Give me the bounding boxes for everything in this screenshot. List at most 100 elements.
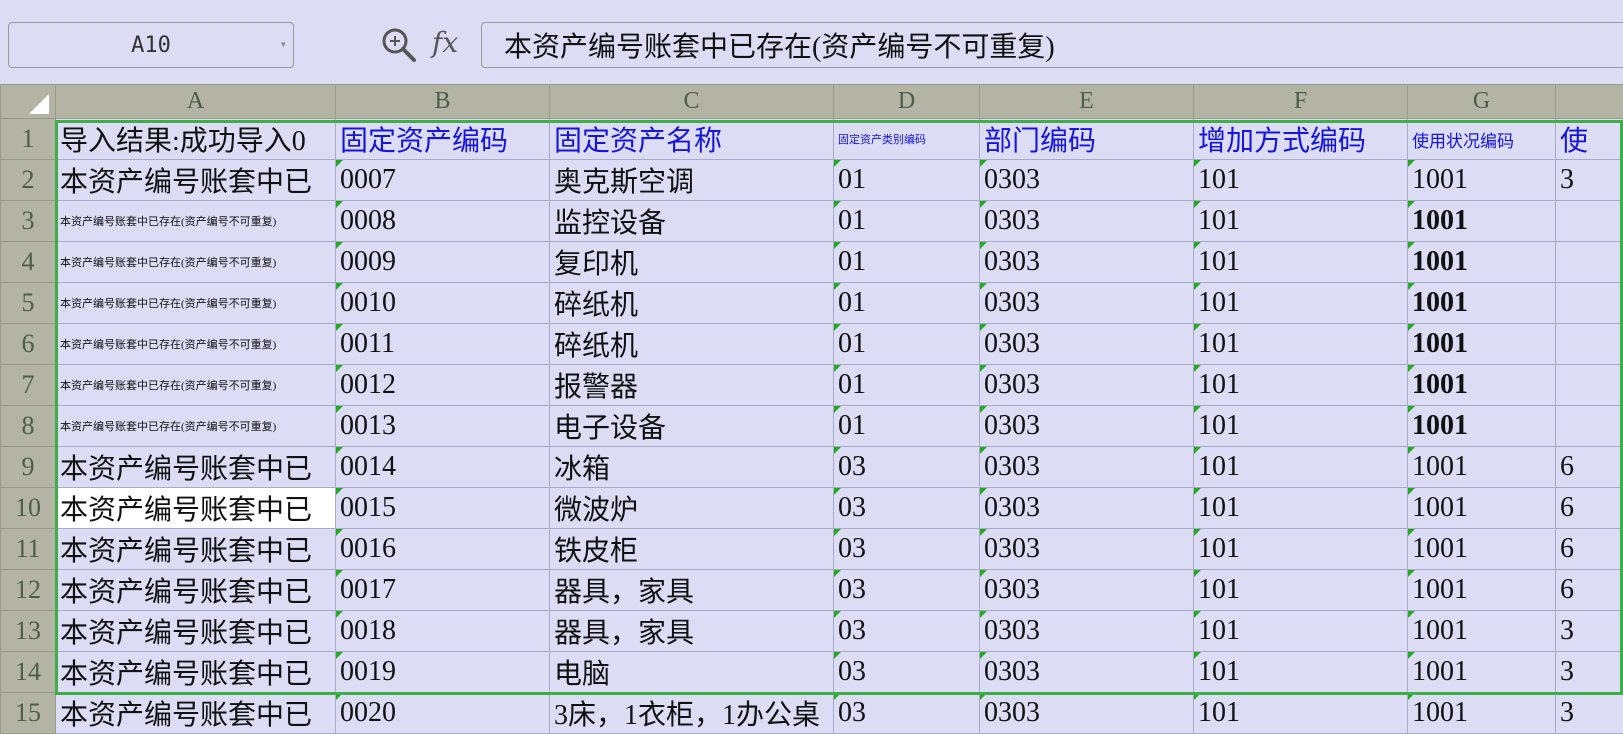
cell-f[interactable]: 101 xyxy=(1194,570,1408,611)
cell-h[interactable] xyxy=(1556,242,1623,283)
cell-e[interactable]: 0303 xyxy=(980,447,1194,488)
cell-b[interactable]: 0014 xyxy=(336,447,550,488)
cell-e[interactable]: 0303 xyxy=(980,570,1194,611)
cell-g[interactable]: 1001 xyxy=(1408,160,1556,201)
cell-a1[interactable]: 导入结果:成功导入0 xyxy=(56,119,336,160)
cell-g[interactable]: 1001 xyxy=(1408,242,1556,283)
cell-a[interactable]: 本资产编号账套中已 xyxy=(56,652,336,693)
cell-a[interactable]: 本资产编号账套中已存在(资产编号不可重复) xyxy=(56,242,336,283)
column-header-e[interactable]: E xyxy=(980,85,1194,119)
cell-h[interactable] xyxy=(1556,201,1623,242)
cell-d[interactable]: 01 xyxy=(834,283,980,324)
cell-a[interactable]: 本资产编号账套中已存在(资产编号不可重复) xyxy=(56,365,336,406)
cell-b[interactable]: 0012 xyxy=(336,365,550,406)
cell-a[interactable]: 本资产编号账套中已存在(资产编号不可重复) xyxy=(56,283,336,324)
cell-g[interactable]: 1001 xyxy=(1408,283,1556,324)
cell-f[interactable]: 101 xyxy=(1194,652,1408,693)
cell-a[interactable]: 本资产编号账套中已 xyxy=(56,160,336,201)
cell-a[interactable]: 本资产编号账套中已 xyxy=(56,611,336,652)
cell-g[interactable]: 1001 xyxy=(1408,201,1556,242)
row-header[interactable]: 13 xyxy=(1,611,56,652)
cell-f[interactable]: 101 xyxy=(1194,447,1408,488)
cell-b[interactable]: 0013 xyxy=(336,406,550,447)
cell-c[interactable]: 器具，家具 xyxy=(550,611,834,652)
row-header[interactable]: 5 xyxy=(1,283,56,324)
cell-f[interactable]: 101 xyxy=(1194,160,1408,201)
cell-b[interactable]: 0010 xyxy=(336,283,550,324)
cell-e1[interactable]: 部门编码 xyxy=(980,119,1194,160)
cell-c[interactable]: 铁皮柜 xyxy=(550,529,834,570)
cell-e[interactable]: 0303 xyxy=(980,529,1194,570)
cell-d[interactable]: 03 xyxy=(834,570,980,611)
cell-c[interactable]: 报警器 xyxy=(550,365,834,406)
cell-d[interactable]: 01 xyxy=(834,242,980,283)
cell-h[interactable] xyxy=(1556,365,1623,406)
cell-f[interactable]: 101 xyxy=(1194,324,1408,365)
cell-d[interactable]: 01 xyxy=(834,406,980,447)
cell-e[interactable]: 0303 xyxy=(980,693,1194,734)
select-all-icon[interactable] xyxy=(29,94,49,114)
cell-d[interactable]: 01 xyxy=(834,365,980,406)
cell-c[interactable]: 复印机 xyxy=(550,242,834,283)
cell-g[interactable]: 1001 xyxy=(1408,365,1556,406)
cell-d[interactable]: 01 xyxy=(834,324,980,365)
zoom-icon[interactable] xyxy=(380,26,418,64)
column-header-g[interactable]: G xyxy=(1408,85,1556,119)
cell-f1[interactable]: 增加方式编码 xyxy=(1194,119,1408,160)
cell-h[interactable]: 3 xyxy=(1556,693,1623,734)
column-header-d[interactable]: D xyxy=(834,85,980,119)
cell-c[interactable]: 器具，家具 xyxy=(550,570,834,611)
cell-g[interactable]: 1001 xyxy=(1408,488,1556,529)
cell-f[interactable]: 101 xyxy=(1194,693,1408,734)
cell-d[interactable]: 03 xyxy=(834,529,980,570)
select-all-corner[interactable] xyxy=(1,85,56,119)
row-header[interactable]: 15 xyxy=(1,693,56,734)
cell-d1[interactable]: 固定资产类别编码 xyxy=(834,119,980,160)
cell-g[interactable]: 1001 xyxy=(1408,693,1556,734)
row-header[interactable]: 14 xyxy=(1,652,56,693)
row-header[interactable]: 6 xyxy=(1,324,56,365)
cell-a[interactable]: 本资产编号账套中已 xyxy=(56,488,336,529)
column-header-c[interactable]: C xyxy=(550,85,834,119)
cell-h[interactable]: 6 xyxy=(1556,488,1623,529)
formula-input[interactable]: 本资产编号账套中已存在(资产编号不可重复) xyxy=(481,22,1623,68)
cell-a[interactable]: 本资产编号账套中已存在(资产编号不可重复) xyxy=(56,324,336,365)
cell-b[interactable]: 0007 xyxy=(336,160,550,201)
cell-e[interactable]: 0303 xyxy=(980,488,1194,529)
cell-h[interactable]: 6 xyxy=(1556,529,1623,570)
cell-h[interactable] xyxy=(1556,324,1623,365)
cell-f[interactable]: 101 xyxy=(1194,488,1408,529)
column-header-h[interactable] xyxy=(1556,85,1623,119)
row-header[interactable]: 3 xyxy=(1,201,56,242)
cell-a[interactable]: 本资产编号账套中已 xyxy=(56,447,336,488)
function-icon[interactable]: fx xyxy=(432,26,458,59)
row-header[interactable]: 1 xyxy=(1,119,56,160)
row-header[interactable]: 9 xyxy=(1,447,56,488)
cell-f[interactable]: 101 xyxy=(1194,201,1408,242)
column-header-f[interactable]: F xyxy=(1194,85,1408,119)
cell-e[interactable]: 0303 xyxy=(980,242,1194,283)
cell-f[interactable]: 101 xyxy=(1194,283,1408,324)
cell-h[interactable]: 3 xyxy=(1556,611,1623,652)
cell-b[interactable]: 0020 xyxy=(336,693,550,734)
cell-f[interactable]: 101 xyxy=(1194,242,1408,283)
cell-g[interactable]: 1001 xyxy=(1408,570,1556,611)
cell-c[interactable]: 碎纸机 xyxy=(550,324,834,365)
cell-e[interactable]: 0303 xyxy=(980,365,1194,406)
cell-h[interactable]: 6 xyxy=(1556,447,1623,488)
cell-c[interactable]: 监控设备 xyxy=(550,201,834,242)
column-header-a[interactable]: A xyxy=(56,85,336,119)
cell-b[interactable]: 0008 xyxy=(336,201,550,242)
cell-f[interactable]: 101 xyxy=(1194,529,1408,570)
cell-c1[interactable]: 固定资产名称 xyxy=(550,119,834,160)
column-header-b[interactable]: B xyxy=(336,85,550,119)
cell-d[interactable]: 01 xyxy=(834,201,980,242)
cell-c[interactable]: 电子设备 xyxy=(550,406,834,447)
cell-f[interactable]: 101 xyxy=(1194,406,1408,447)
cell-d[interactable]: 03 xyxy=(834,447,980,488)
cell-h[interactable] xyxy=(1556,283,1623,324)
cell-f[interactable]: 101 xyxy=(1194,365,1408,406)
name-box[interactable]: A10 ▾ xyxy=(8,22,294,68)
cell-e[interactable]: 0303 xyxy=(980,283,1194,324)
cell-a[interactable]: 本资产编号账套中已存在(资产编号不可重复) xyxy=(56,406,336,447)
